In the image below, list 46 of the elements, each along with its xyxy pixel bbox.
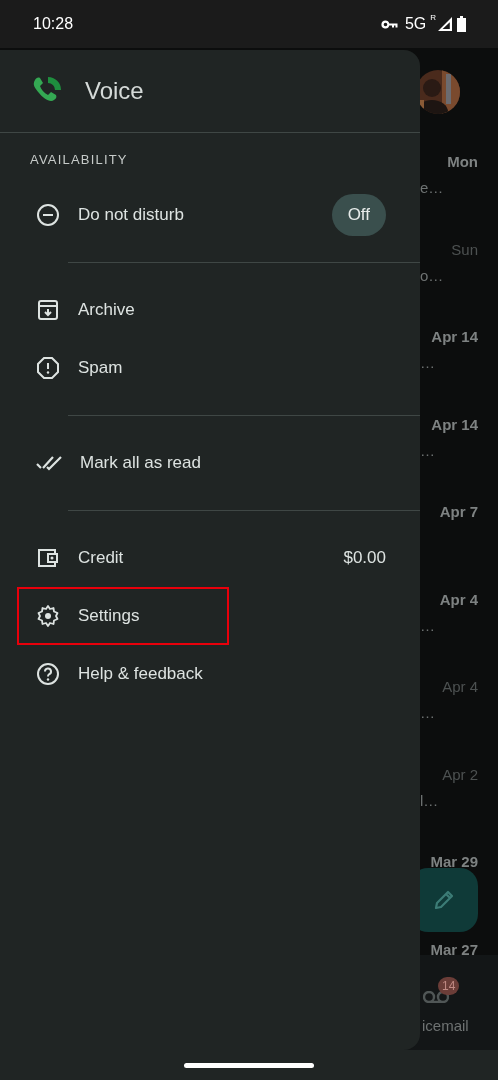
message-date: Mon xyxy=(447,153,478,170)
message-snippet: e… xyxy=(420,179,444,196)
wallet-icon xyxy=(36,546,60,570)
network-label: 5G xyxy=(404,15,427,33)
message-date: Apr 4 xyxy=(442,678,478,695)
message-snippet: o… xyxy=(420,266,444,284)
menu-item[interactable]: Credit $0.00 xyxy=(0,529,420,587)
minus-circle-icon xyxy=(36,203,60,227)
key-icon xyxy=(380,19,398,29)
message-date: Mar 29 xyxy=(430,853,478,870)
battery-icon xyxy=(457,16,466,32)
help-icon xyxy=(36,662,60,686)
pencil-icon xyxy=(433,889,455,911)
message-snippet: … xyxy=(420,441,435,459)
message-snippet: … xyxy=(420,704,435,721)
message-date: Apr 14 xyxy=(431,415,478,433)
roaming-label: R xyxy=(430,13,436,22)
menu-item[interactable]: Help & feedback xyxy=(0,645,420,703)
archive-box-icon xyxy=(36,298,60,322)
menu-item[interactable]: Settings xyxy=(17,587,229,645)
message-date: Apr 2 xyxy=(442,765,478,783)
signal-icon xyxy=(437,16,453,32)
voicemail-icon[interactable] xyxy=(423,991,449,1003)
message-date: Apr 7 xyxy=(439,503,478,520)
message-date: Sun xyxy=(451,240,478,258)
section-heading: AVAILABILITY xyxy=(29,151,129,169)
app-title: Voice xyxy=(85,77,144,105)
message-date: Apr 14 xyxy=(431,328,478,345)
message-snippet: … xyxy=(420,616,435,634)
menu-item[interactable]: Mark all as read xyxy=(0,434,420,492)
settings-icon xyxy=(36,604,60,628)
message-snippet: l… xyxy=(420,791,439,809)
message-date: Mar 27 xyxy=(430,940,478,958)
nav-label[interactable]: icemail xyxy=(422,1017,469,1034)
menu-item[interactable]: Do not disturb Off xyxy=(0,186,420,244)
status-time: 10:28 xyxy=(33,15,74,33)
message-snippet: … xyxy=(420,354,435,371)
notification-badge: 14 xyxy=(438,977,460,995)
menu-item[interactable]: Spam xyxy=(0,339,420,397)
menu-item[interactable]: Archive xyxy=(0,281,420,339)
gesture-handle[interactable] xyxy=(184,1062,314,1068)
message-date: Apr 4 xyxy=(439,590,478,608)
alert-octagon-icon xyxy=(36,356,60,380)
credit-amount: $0.00 xyxy=(343,548,386,568)
double-check-icon xyxy=(36,455,62,471)
off-toggle[interactable]: Off xyxy=(331,194,386,236)
